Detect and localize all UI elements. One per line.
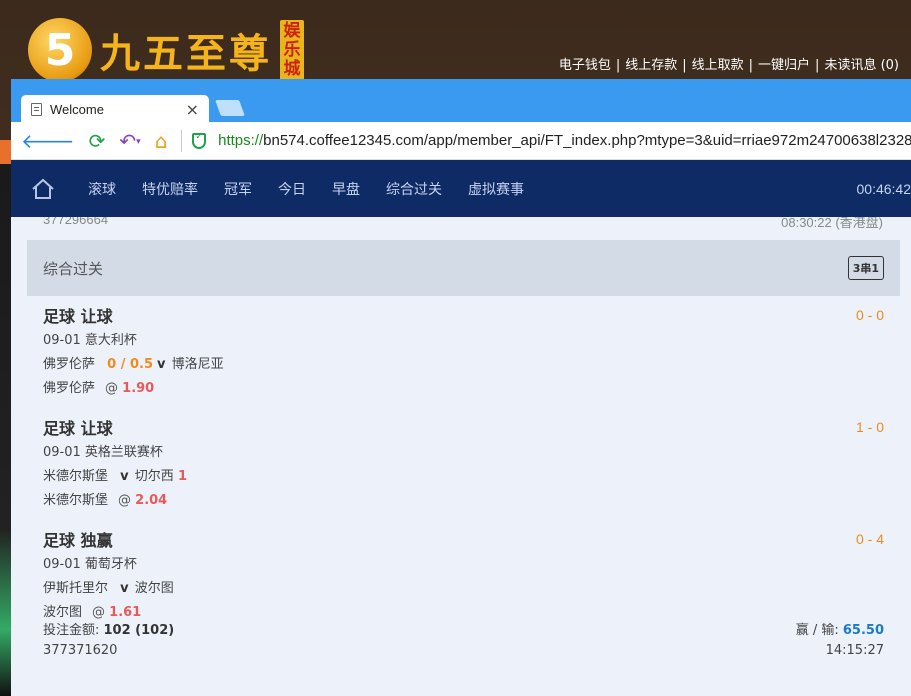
nav-live[interactable]: 滚球 [75, 179, 129, 199]
parlay-badge: 3串1 [847, 256, 884, 280]
nav-separator: | [682, 58, 687, 73]
browser-tab-welcome[interactable]: Welcome × [21, 95, 209, 123]
nav-deposit[interactable]: 线上存款 [625, 58, 677, 73]
handicap: 0 / 0.5 [107, 357, 154, 372]
nav-separator: | [748, 58, 754, 73]
browser-window: Welcome × 🡐 ⟳ ↶▾ ⌂ https://bn574.coffee1… [11, 79, 911, 696]
nav-consolidate[interactable]: 一键归户 [758, 58, 810, 73]
versus: v [157, 357, 166, 372]
bet-score: 0 - 0 [855, 307, 884, 323]
nav-champion[interactable]: 冠军 [211, 179, 265, 199]
divider [181, 129, 183, 152]
ticket-summary: 投注金额: 102 (102) 赢 / 输: 65.50 377371620 1… [43, 619, 884, 667]
at-symbol: @ [105, 381, 119, 396]
nav-best-odds[interactable]: 特优赔率 [129, 179, 211, 199]
odds: 1.61 [109, 605, 142, 620]
bet-title: 足球 让球 [43, 419, 113, 438]
versus: v [120, 469, 129, 484]
site-top-nav: 电子钱包 | 线上存款 | 线上取款 | 一键归户 | 未读讯息 (0) [559, 54, 899, 73]
bet-pick: 米德尔斯堡 @ 2.04 [43, 489, 884, 513]
bet-league: 09-01 葡萄牙杯 [43, 557, 137, 572]
pick-team: 波尔图 [43, 605, 83, 620]
bet-content: 377296664 08:30:22 (香港盘) 综合过关 3串1 足球 让球 … [11, 217, 911, 696]
section-header: 综合过关 3串1 [27, 240, 900, 296]
bet-score: 1 - 0 [855, 419, 884, 435]
ticket-time: 14:15:27 [825, 643, 884, 658]
nav-virtual[interactable]: 虚拟赛事 [455, 179, 537, 199]
result-label: 赢 / 输: [795, 623, 843, 638]
nav-separator: | [815, 58, 820, 73]
away-team: 波尔图 [134, 581, 174, 596]
stake-label: 投注金额: [43, 623, 104, 638]
background-left-strip [0, 140, 11, 696]
reload-icon[interactable]: ⟳ [89, 131, 106, 151]
url-scheme: https:// [218, 132, 264, 149]
app-navigation: 滚球 特优赔率 冠军 今日 早盘 综合过关 虚拟赛事 00:46:42 [11, 160, 911, 217]
bet-league: 09-01 英格兰联赛杯 [43, 445, 163, 460]
bet-pick: 佛罗伦萨 @ 1.90 [43, 377, 884, 401]
url-path: bn574.coffee12345.com/app/member_api/FT_… [263, 132, 911, 149]
pick-team: 佛罗伦萨 [43, 381, 96, 396]
at-symbol: @ [118, 493, 132, 508]
section-title: 综合过关 [43, 259, 104, 278]
ticket-row: 377371620 14:15:27 [43, 643, 884, 667]
tab-bar: Welcome × [11, 79, 911, 123]
back-arrow-icon[interactable]: 🡐 [21, 131, 75, 151]
bet-match: 佛罗伦萨 0 / 0.5 v 博洛尼亚 [43, 353, 884, 377]
nav-wallet[interactable]: 电子钱包 [559, 58, 611, 73]
logo-text: 九五至尊 [100, 30, 272, 77]
tab-title: Welcome [50, 101, 104, 117]
home-team: 米德尔斯堡 [43, 469, 109, 484]
address-bar: 🡐 ⟳ ↶▾ ⌂ https://bn574.coffee12345.com/a… [11, 122, 911, 160]
logo-emblem: 5 [28, 18, 92, 82]
bet-item: 足球 让球 1 - 0 09-01 英格兰联赛杯 米德尔斯堡 v 切尔西 1 米… [43, 417, 884, 513]
bet-item: 足球 独赢 0 - 4 09-01 葡萄牙杯 伊斯托里尔 v 波尔图 波尔图 @ … [43, 529, 884, 625]
bet-match: 米德尔斯堡 v 切尔西 1 [43, 465, 884, 489]
bet-title: 足球 独赢 [43, 531, 113, 550]
home-icon[interactable] [31, 177, 55, 201]
nav-withdraw[interactable]: 线上取款 [692, 58, 744, 73]
stake-value: 102 (102) [103, 623, 175, 638]
versus: v [120, 581, 129, 596]
bet-score: 0 - 4 [855, 531, 884, 547]
close-icon[interactable]: × [186, 100, 199, 119]
page-icon [31, 102, 42, 116]
away-team: 博洛尼亚 [171, 357, 224, 372]
away-team: 切尔西 [134, 469, 174, 484]
bet-item: 足球 让球 0 - 0 09-01 意大利杯 佛罗伦萨 0 / 0.5 v 博洛尼… [43, 305, 884, 401]
previous-ticket-id: 377296664 [43, 217, 109, 227]
previous-ticket-time: 08:30:22 (香港盘) [781, 217, 883, 230]
away-extra: 1 [177, 469, 187, 484]
result: 赢 / 输: 65.50 [796, 619, 884, 638]
home-team: 伊斯托里尔 [43, 581, 109, 596]
nav-parlay[interactable]: 综合过关 [373, 179, 455, 199]
stake-row: 投注金额: 102 (102) 赢 / 输: 65.50 [43, 619, 884, 643]
result-value: 65.50 [842, 623, 884, 638]
at-symbol: @ [92, 605, 106, 620]
bet-league: 09-01 意大利杯 [43, 333, 137, 348]
home-team: 佛罗伦萨 [43, 357, 96, 372]
odds: 1.90 [122, 381, 155, 396]
undo-icon[interactable]: ↶▾ [119, 131, 140, 151]
site-logo[interactable]: 5 九五至尊 娱乐城 [28, 18, 304, 82]
home-icon[interactable]: ⌂ [155, 131, 168, 151]
odds: 2.04 [135, 493, 168, 508]
logo-tag: 娱乐城 [280, 19, 304, 81]
nav-today[interactable]: 今日 [265, 179, 319, 199]
security-shield-icon[interactable] [192, 132, 207, 149]
new-tab-button[interactable] [215, 100, 245, 116]
ticket-id: 377371620 [43, 643, 118, 658]
nav-early[interactable]: 早盘 [319, 179, 373, 199]
nav-messages[interactable]: 未读讯息 (0) [824, 58, 899, 73]
url-input[interactable]: https://bn574.coffee12345.com/app/member… [218, 132, 911, 149]
cut-off-row: 377296664 08:30:22 (香港盘) [43, 217, 883, 230]
clock: 00:46:42 [856, 180, 911, 197]
bet-title: 足球 让球 [43, 307, 113, 326]
bet-match: 伊斯托里尔 v 波尔图 [43, 577, 884, 601]
pick-team: 米德尔斯堡 [43, 493, 109, 508]
nav-separator: | [615, 58, 621, 73]
